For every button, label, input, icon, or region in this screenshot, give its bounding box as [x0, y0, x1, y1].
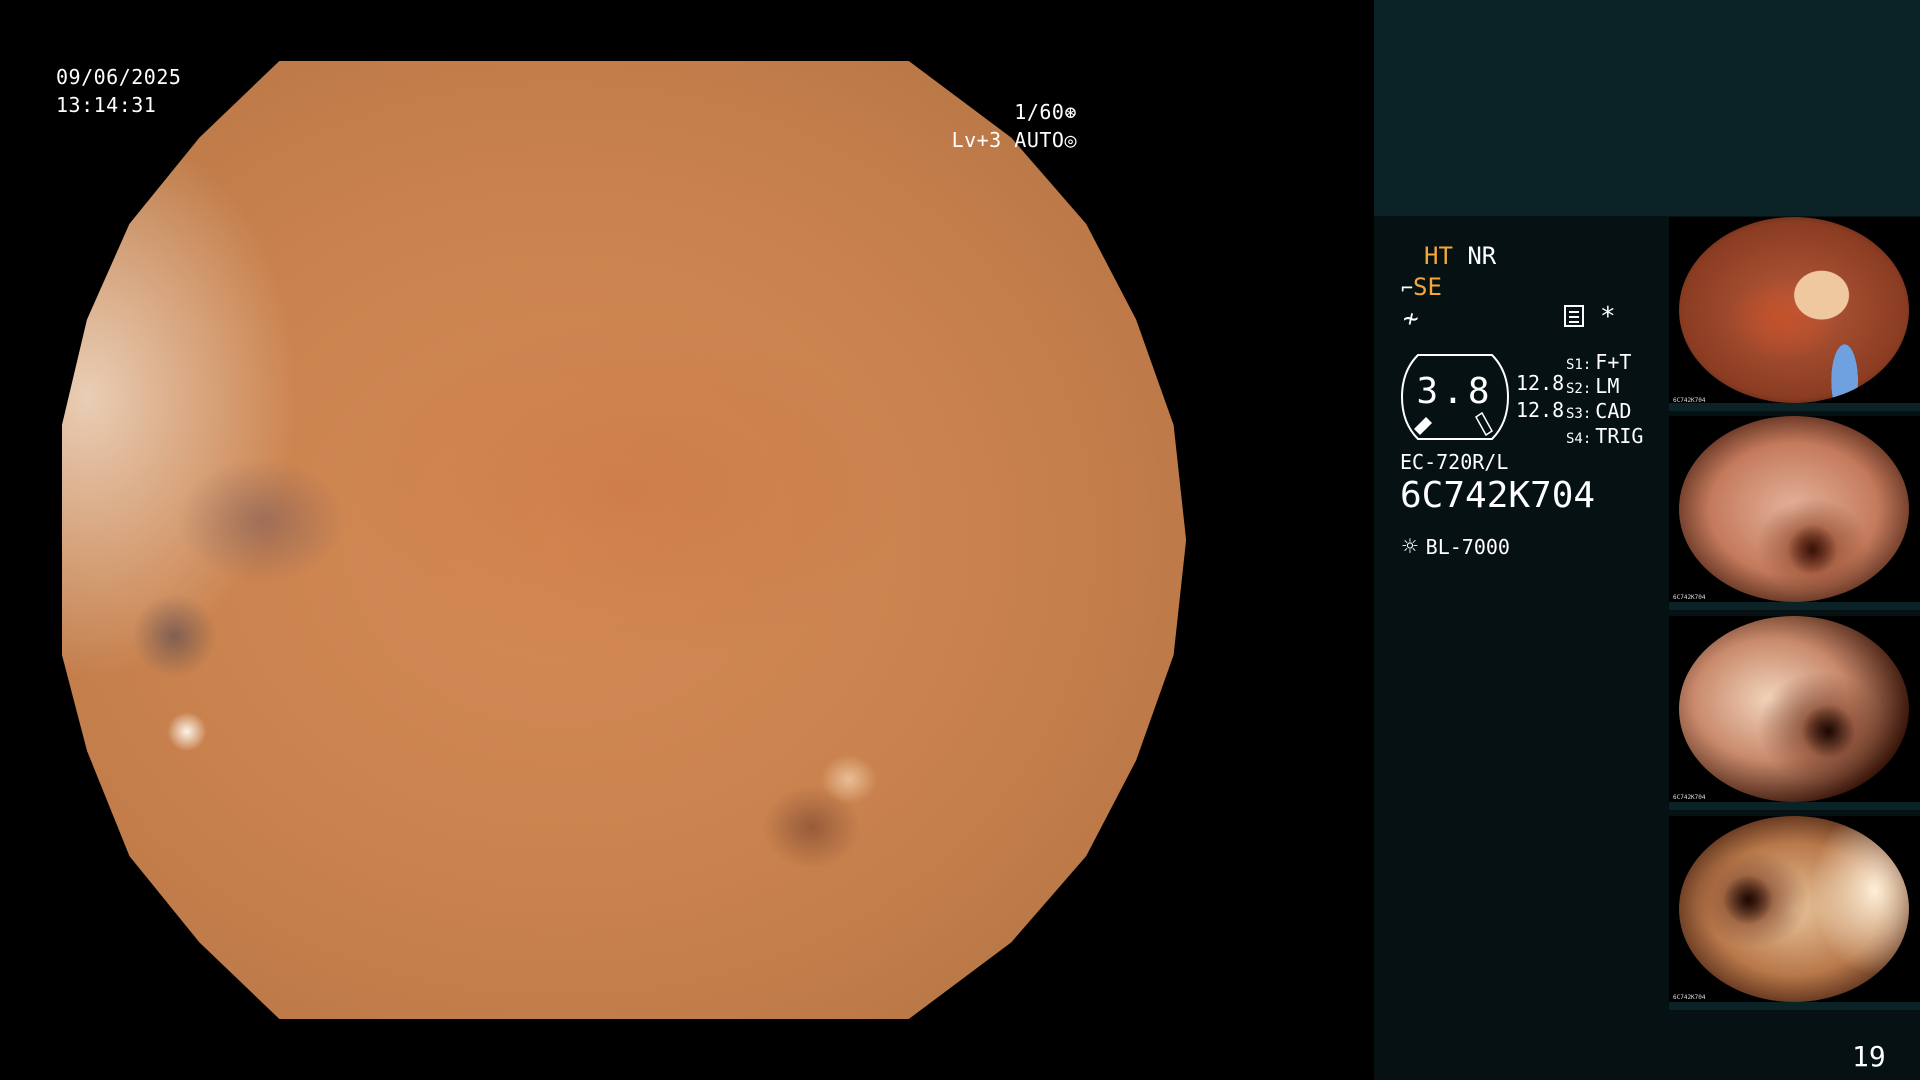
- thumbnail-bar: [1669, 802, 1920, 810]
- nr-label: NR: [1467, 242, 1497, 270]
- scope-model: EC-720R/L: [1400, 450, 1509, 474]
- value-readout-1: 12.8: [1516, 371, 1565, 395]
- time-text: 13:14:31: [56, 93, 157, 117]
- scope-serial: 6C742K704: [1400, 475, 1596, 516]
- capture-thumbnail[interactable]: 6C742K704: [1669, 816, 1920, 1010]
- capture-thumbnail[interactable]: 6C742K704: [1669, 616, 1920, 810]
- date-text: 09/06/2025: [56, 65, 182, 89]
- slot-1: S1: F+T: [1566, 350, 1631, 374]
- thumbnail-serial: 6C742K704: [1673, 594, 1706, 601]
- slot-4-key: S4:: [1566, 431, 1592, 447]
- signal-icon: ≁: [1403, 304, 1419, 334]
- slot-1-label: F+T: [1595, 350, 1632, 374]
- thumbnail-image: [1679, 616, 1909, 802]
- level-text: Lv+3: [951, 128, 1002, 152]
- slot-3-key: S3:: [1566, 406, 1592, 422]
- asterisk-icon: *: [1600, 302, 1616, 332]
- thumbnail-bar: [1669, 1002, 1920, 1010]
- slot-2-label: LM: [1595, 374, 1620, 398]
- ht-label: HT: [1424, 242, 1453, 270]
- slot-4: S4: TRIG: [1566, 424, 1643, 448]
- shutter-speed-text: 1/60: [1014, 100, 1065, 124]
- panel-header-area: [1374, 0, 1920, 216]
- slot-4-label: TRIG: [1595, 424, 1644, 448]
- capture-thumbnail[interactable]: 6C742K704: [1669, 416, 1920, 610]
- thumbnail-serial: 6C742K704: [1673, 794, 1706, 801]
- light-source-row: ☼ BL-7000: [1402, 532, 1510, 562]
- ht-nr-indicator: HT NR: [1424, 242, 1496, 270]
- se-label: SE: [1413, 273, 1442, 301]
- settings-list-icon: [1564, 305, 1584, 327]
- slot-3: S3: CAD: [1566, 399, 1631, 423]
- capture-thumbnail[interactable]: 6C742K704: [1669, 217, 1920, 411]
- iris-icon: ◎: [1064, 128, 1077, 152]
- endoscope-live-view: [62, 61, 1187, 1019]
- thumbnail-image: [1679, 217, 1909, 403]
- shutter-icon: ⊛: [1064, 100, 1077, 124]
- gauge-value: 3.8: [1416, 371, 1494, 412]
- slot-3-label: CAD: [1595, 399, 1632, 423]
- mode-text: AUTO: [1014, 128, 1065, 152]
- thumbnail-image: [1679, 416, 1909, 602]
- value-readout-2: 12.8: [1516, 398, 1565, 422]
- date-time-readout: 09/06/2025 13:14:31: [56, 63, 181, 119]
- thumbnail-bar: [1669, 403, 1920, 411]
- thumbnail-bar: [1669, 602, 1920, 610]
- enhance-icon: ⌐: [1401, 276, 1414, 300]
- se-indicator: ⌐SE: [1401, 273, 1442, 301]
- slot-1-key: S1:: [1566, 357, 1592, 373]
- slot-2-key: S2:: [1566, 381, 1592, 397]
- slot-2: S2: LM: [1566, 374, 1619, 398]
- light-source-label: BL-7000: [1425, 535, 1510, 559]
- thumbnail-image: [1679, 816, 1909, 1002]
- thumbnail-serial: 6C742K704: [1673, 994, 1706, 1001]
- light-source-icon: ☼: [1402, 532, 1418, 562]
- exposure-readout: 1/60⊛ Lv+3 AUTO◎: [952, 98, 1077, 154]
- page-number: 19: [1852, 1040, 1886, 1073]
